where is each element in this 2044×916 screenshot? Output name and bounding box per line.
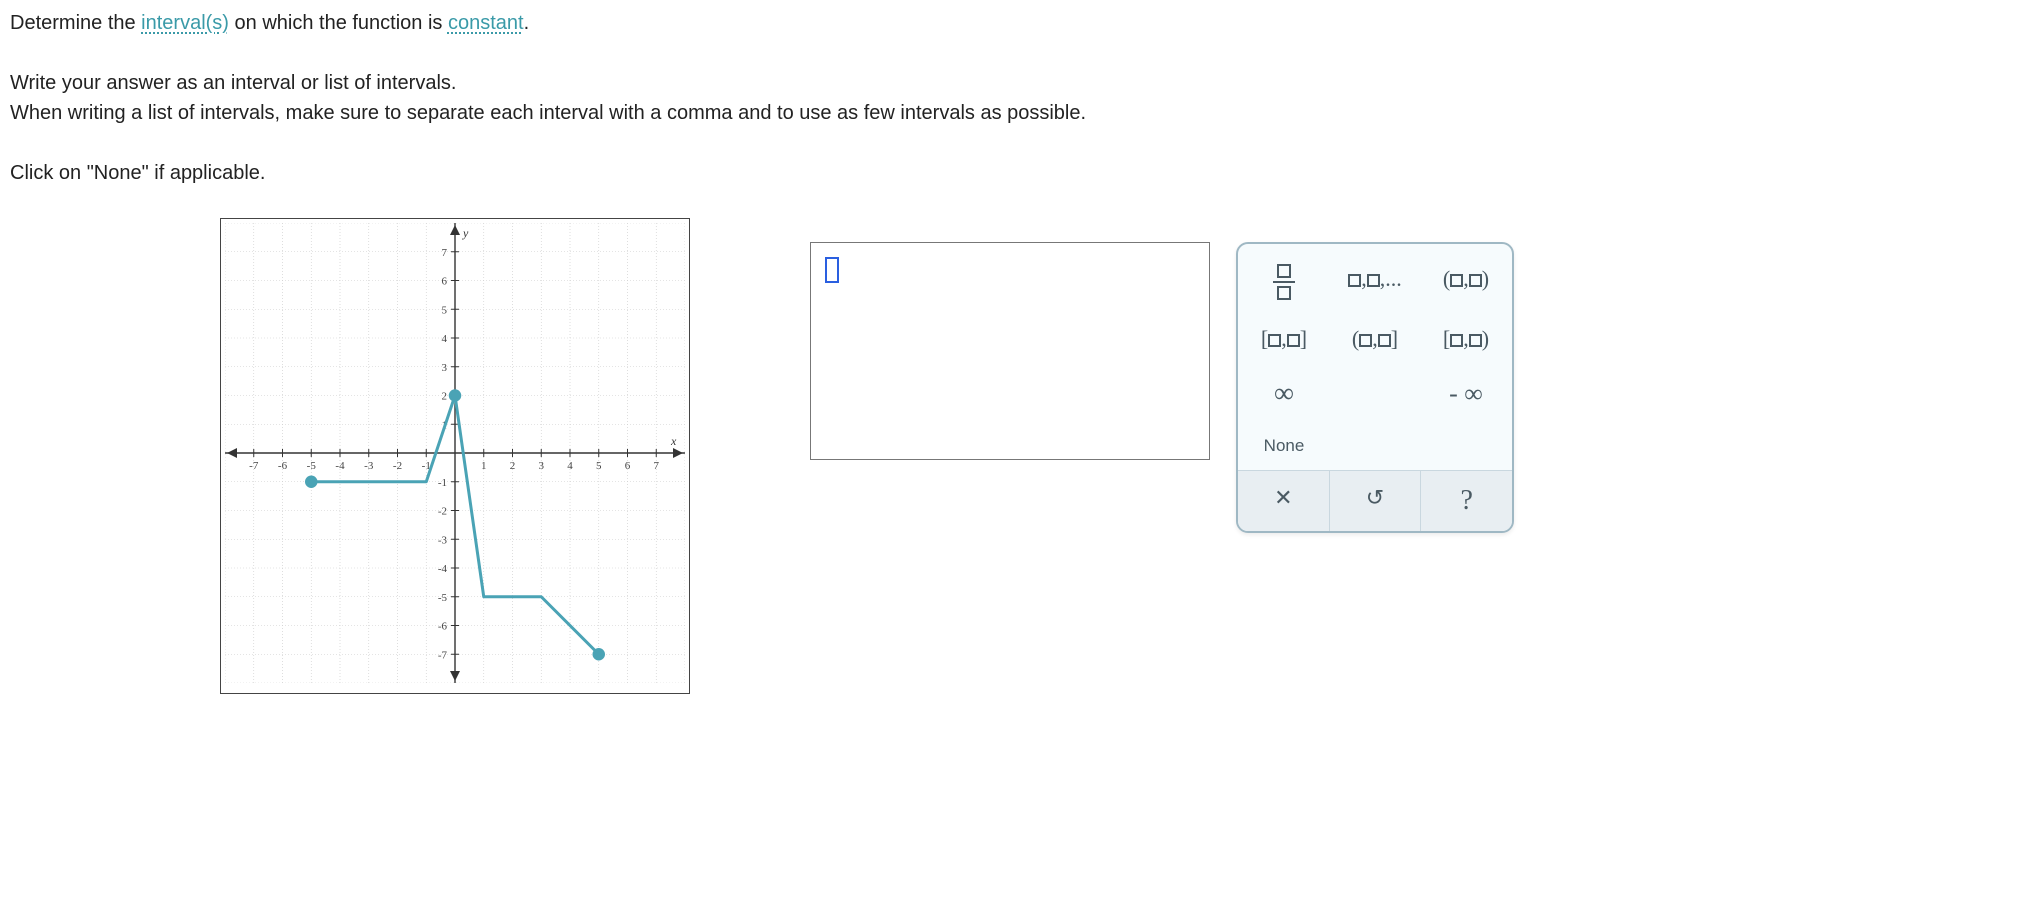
svg-text:7: 7: [654, 460, 660, 472]
svg-text:-4: -4: [438, 563, 448, 575]
open-open-interval-button[interactable]: (,): [1438, 266, 1494, 292]
undo-button[interactable]: ↺: [1329, 471, 1421, 531]
svg-text:3: 3: [539, 460, 545, 472]
svg-text:-7: -7: [438, 649, 448, 661]
svg-text:2: 2: [510, 460, 516, 472]
svg-text:5: 5: [442, 304, 448, 316]
open-closed-interval-button[interactable]: (,]: [1347, 326, 1403, 352]
q-post: .: [524, 12, 530, 34]
svg-text:4: 4: [567, 460, 573, 472]
svg-text:-3: -3: [438, 534, 448, 546]
answer-input[interactable]: [810, 242, 1210, 460]
clear-button[interactable]: ✕: [1238, 471, 1329, 531]
input-cursor-icon: [825, 257, 839, 283]
link-intervals[interactable]: interval(s): [141, 12, 229, 34]
svg-text:-5: -5: [307, 460, 317, 472]
q-pre: Determine the: [10, 12, 141, 34]
palette-action-row: ✕ ↺ ?: [1238, 470, 1512, 531]
svg-text:-6: -6: [278, 460, 288, 472]
svg-text:2: 2: [442, 391, 448, 403]
symbol-palette: ,,... (,) [,] (,] [,) ∞ x - ∞ None ✕ ↺ ?: [1236, 242, 1514, 533]
instruction-line-2: Write your answer as an interval or list…: [10, 68, 2034, 98]
svg-text:x: x: [670, 434, 677, 448]
question-text: Determine the interval(s) on which the f…: [10, 8, 2034, 188]
closed-open-interval-button[interactable]: [,): [1438, 326, 1494, 352]
svg-text:6: 6: [442, 276, 448, 288]
svg-text:6: 6: [625, 460, 631, 472]
svg-text:-2: -2: [393, 460, 402, 472]
svg-text:y: y: [462, 226, 469, 240]
svg-text:-4: -4: [335, 460, 345, 472]
svg-text:3: 3: [442, 362, 448, 374]
svg-text:-5: -5: [438, 592, 448, 604]
svg-text:1: 1: [481, 460, 487, 472]
svg-text:5: 5: [596, 460, 602, 472]
svg-text:7: 7: [442, 247, 448, 259]
interval-list-button[interactable]: ,,...: [1347, 266, 1403, 292]
neg-infinity-button[interactable]: - ∞: [1438, 379, 1494, 409]
svg-text:-2: -2: [438, 506, 447, 518]
link-constant[interactable]: constant: [448, 12, 524, 34]
svg-text:4: 4: [442, 333, 448, 345]
help-button[interactable]: ?: [1420, 471, 1512, 531]
infinity-button[interactable]: ∞: [1256, 378, 1312, 410]
q-mid: on which the function is: [229, 12, 448, 34]
closed-closed-interval-button[interactable]: [,]: [1256, 326, 1312, 352]
instruction-line-3: When writing a list of intervals, make s…: [10, 98, 2034, 128]
svg-text:-3: -3: [364, 460, 374, 472]
fraction-icon: [1273, 264, 1295, 300]
svg-text:-7: -7: [249, 460, 259, 472]
graph-container: -7-6-5-4-3-2-11234567-7-6-5-4-3-2-112345…: [220, 218, 690, 694]
none-button[interactable]: None: [1256, 436, 1312, 456]
fraction-button[interactable]: [1256, 258, 1312, 300]
svg-text:-6: -6: [438, 621, 448, 633]
function-graph: -7-6-5-4-3-2-11234567-7-6-5-4-3-2-112345…: [225, 223, 685, 683]
svg-text:-1: -1: [438, 477, 447, 489]
instruction-line-4: Click on "None" if applicable.: [10, 158, 2034, 188]
